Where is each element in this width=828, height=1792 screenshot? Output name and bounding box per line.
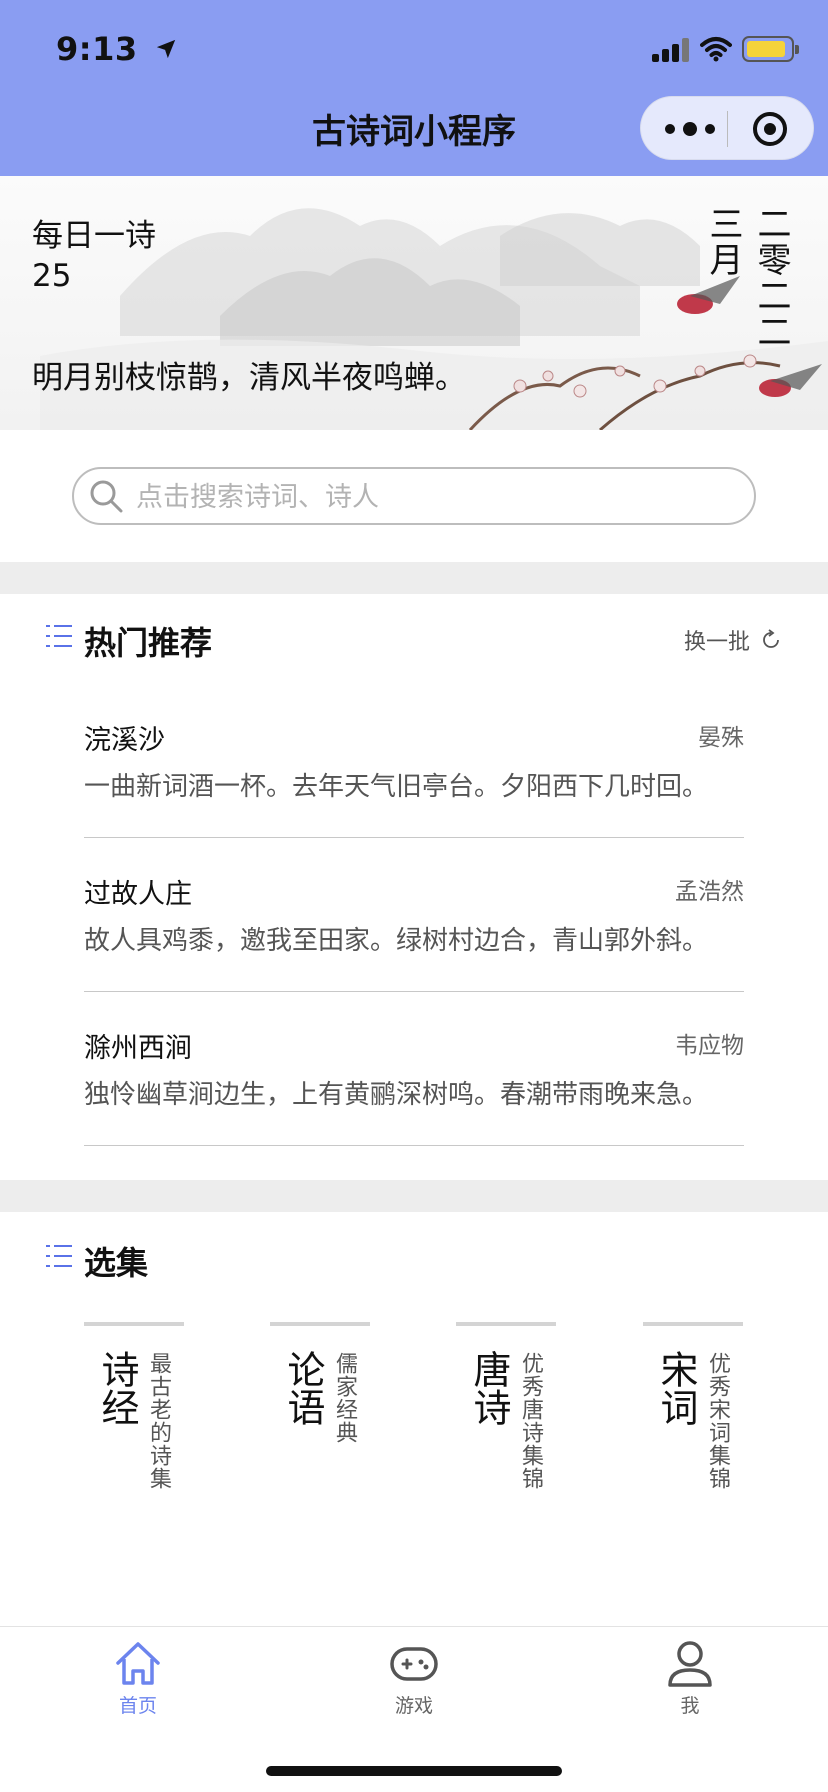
collection-card-shijing[interactable]: 诗经 最古老的诗集 <box>84 1322 184 1512</box>
poem-author: 韦应物 <box>675 1033 744 1059</box>
poem-title: 浣溪沙 <box>84 725 165 756</box>
daily-poem-line: 明月别枝惊鹊，清风半夜鸣蝉。 <box>32 360 466 396</box>
miniprogram-capsule <box>640 96 814 160</box>
poem-title: 过故人庄 <box>84 879 192 910</box>
search-input[interactable] <box>136 477 736 517</box>
list-icon <box>46 1244 72 1268</box>
section-divider <box>0 562 828 594</box>
daily-poem-month: 三月 <box>703 206 743 278</box>
collection-name: 宋词 <box>654 1350 698 1426</box>
gamepad-icon <box>390 1647 438 1681</box>
collection-card-lunyu[interactable]: 论语 儒家经典 <box>270 1322 370 1512</box>
capsule-divider <box>727 111 728 147</box>
poem-list-item[interactable]: 滁州西涧 韦应物 独怜幽草涧边生，上有黄鹂深树鸣。春潮带雨晚来急。 <box>84 992 744 1146</box>
collection-desc: 优秀唐诗集锦 <box>518 1352 543 1490</box>
tab-label: 首页 <box>118 1695 157 1717</box>
collection-desc: 优秀宋词集锦 <box>705 1352 730 1490</box>
status-time-text: 9:13 <box>56 30 138 68</box>
poem-author: 孟浩然 <box>675 879 744 905</box>
poem-excerpt: 独怜幽草涧边生，上有黄鹂深树鸣。春潮带雨晚来急。 <box>84 1080 709 1110</box>
user-icon <box>668 1641 712 1687</box>
refresh-button[interactable]: 换一批 <box>684 624 782 656</box>
location-arrow-icon <box>157 39 176 59</box>
tab-label: 游戏 <box>394 1695 433 1717</box>
collection-name: 唐诗 <box>467 1350 511 1426</box>
collection-card-songci[interactable]: 宋词 优秀宋词集锦 <box>643 1322 743 1512</box>
cellular-signal-icon <box>652 38 692 62</box>
search-bar[interactable] <box>72 467 756 525</box>
tab-games[interactable]: 游戏 <box>354 1639 474 1719</box>
daily-poem-title: 每日一诗 <box>32 218 156 254</box>
home-indicator[interactable] <box>266 1766 562 1776</box>
search-icon <box>90 480 123 513</box>
section-divider <box>0 1180 828 1212</box>
collection-card-tangshi[interactable]: 唐诗 优秀唐诗集锦 <box>456 1322 556 1512</box>
app-header: 9:13 古诗词小程序 <box>0 0 828 176</box>
poem-list-item[interactable]: 浣溪沙 晏殊 一曲新词酒一杯。去年天气旧亭台。夕阳西下几时回。 <box>84 684 744 838</box>
wifi-icon <box>700 37 732 62</box>
close-miniprogram-icon[interactable] <box>753 112 787 146</box>
daily-poem-banner[interactable]: 每日一诗 25 明月别枝惊鹊，清风半夜鸣蝉。 三月 二零二二 <box>0 176 828 430</box>
list-icon <box>46 624 72 648</box>
home-icon <box>116 1642 160 1685</box>
tab-me[interactable]: 我 <box>630 1639 750 1719</box>
hot-section-title: 热门推荐 <box>84 624 213 662</box>
collection-name: 诗经 <box>95 1350 139 1426</box>
poem-title: 滁州西涧 <box>84 1033 192 1064</box>
collection-desc: 儒家经典 <box>332 1352 357 1444</box>
tab-home[interactable]: 首页 <box>78 1639 198 1719</box>
daily-poem-year: 二零二二 <box>751 206 791 350</box>
refresh-label: 换一批 <box>684 630 751 655</box>
more-options-icon[interactable] <box>665 117 715 141</box>
collection-name: 论语 <box>281 1350 325 1426</box>
battery-icon <box>742 36 799 62</box>
poem-excerpt: 故人具鸡黍，邀我至田家。绿树村边合，青山郭外斜。 <box>84 926 709 956</box>
collection-desc: 最古老的诗集 <box>146 1352 171 1490</box>
collections-section-title: 选集 <box>84 1244 149 1282</box>
daily-poem-day: 25 <box>32 258 72 294</box>
tab-label: 我 <box>680 1695 700 1717</box>
poem-list-item[interactable]: 过故人庄 孟浩然 故人具鸡黍，邀我至田家。绿树村边合，青山郭外斜。 <box>84 838 744 992</box>
poem-excerpt: 一曲新词酒一杯。去年天气旧亭台。夕阳西下几时回。 <box>84 772 709 802</box>
refresh-icon <box>763 629 779 648</box>
poem-author: 晏殊 <box>698 725 744 751</box>
status-time: 9:13 <box>56 30 177 68</box>
